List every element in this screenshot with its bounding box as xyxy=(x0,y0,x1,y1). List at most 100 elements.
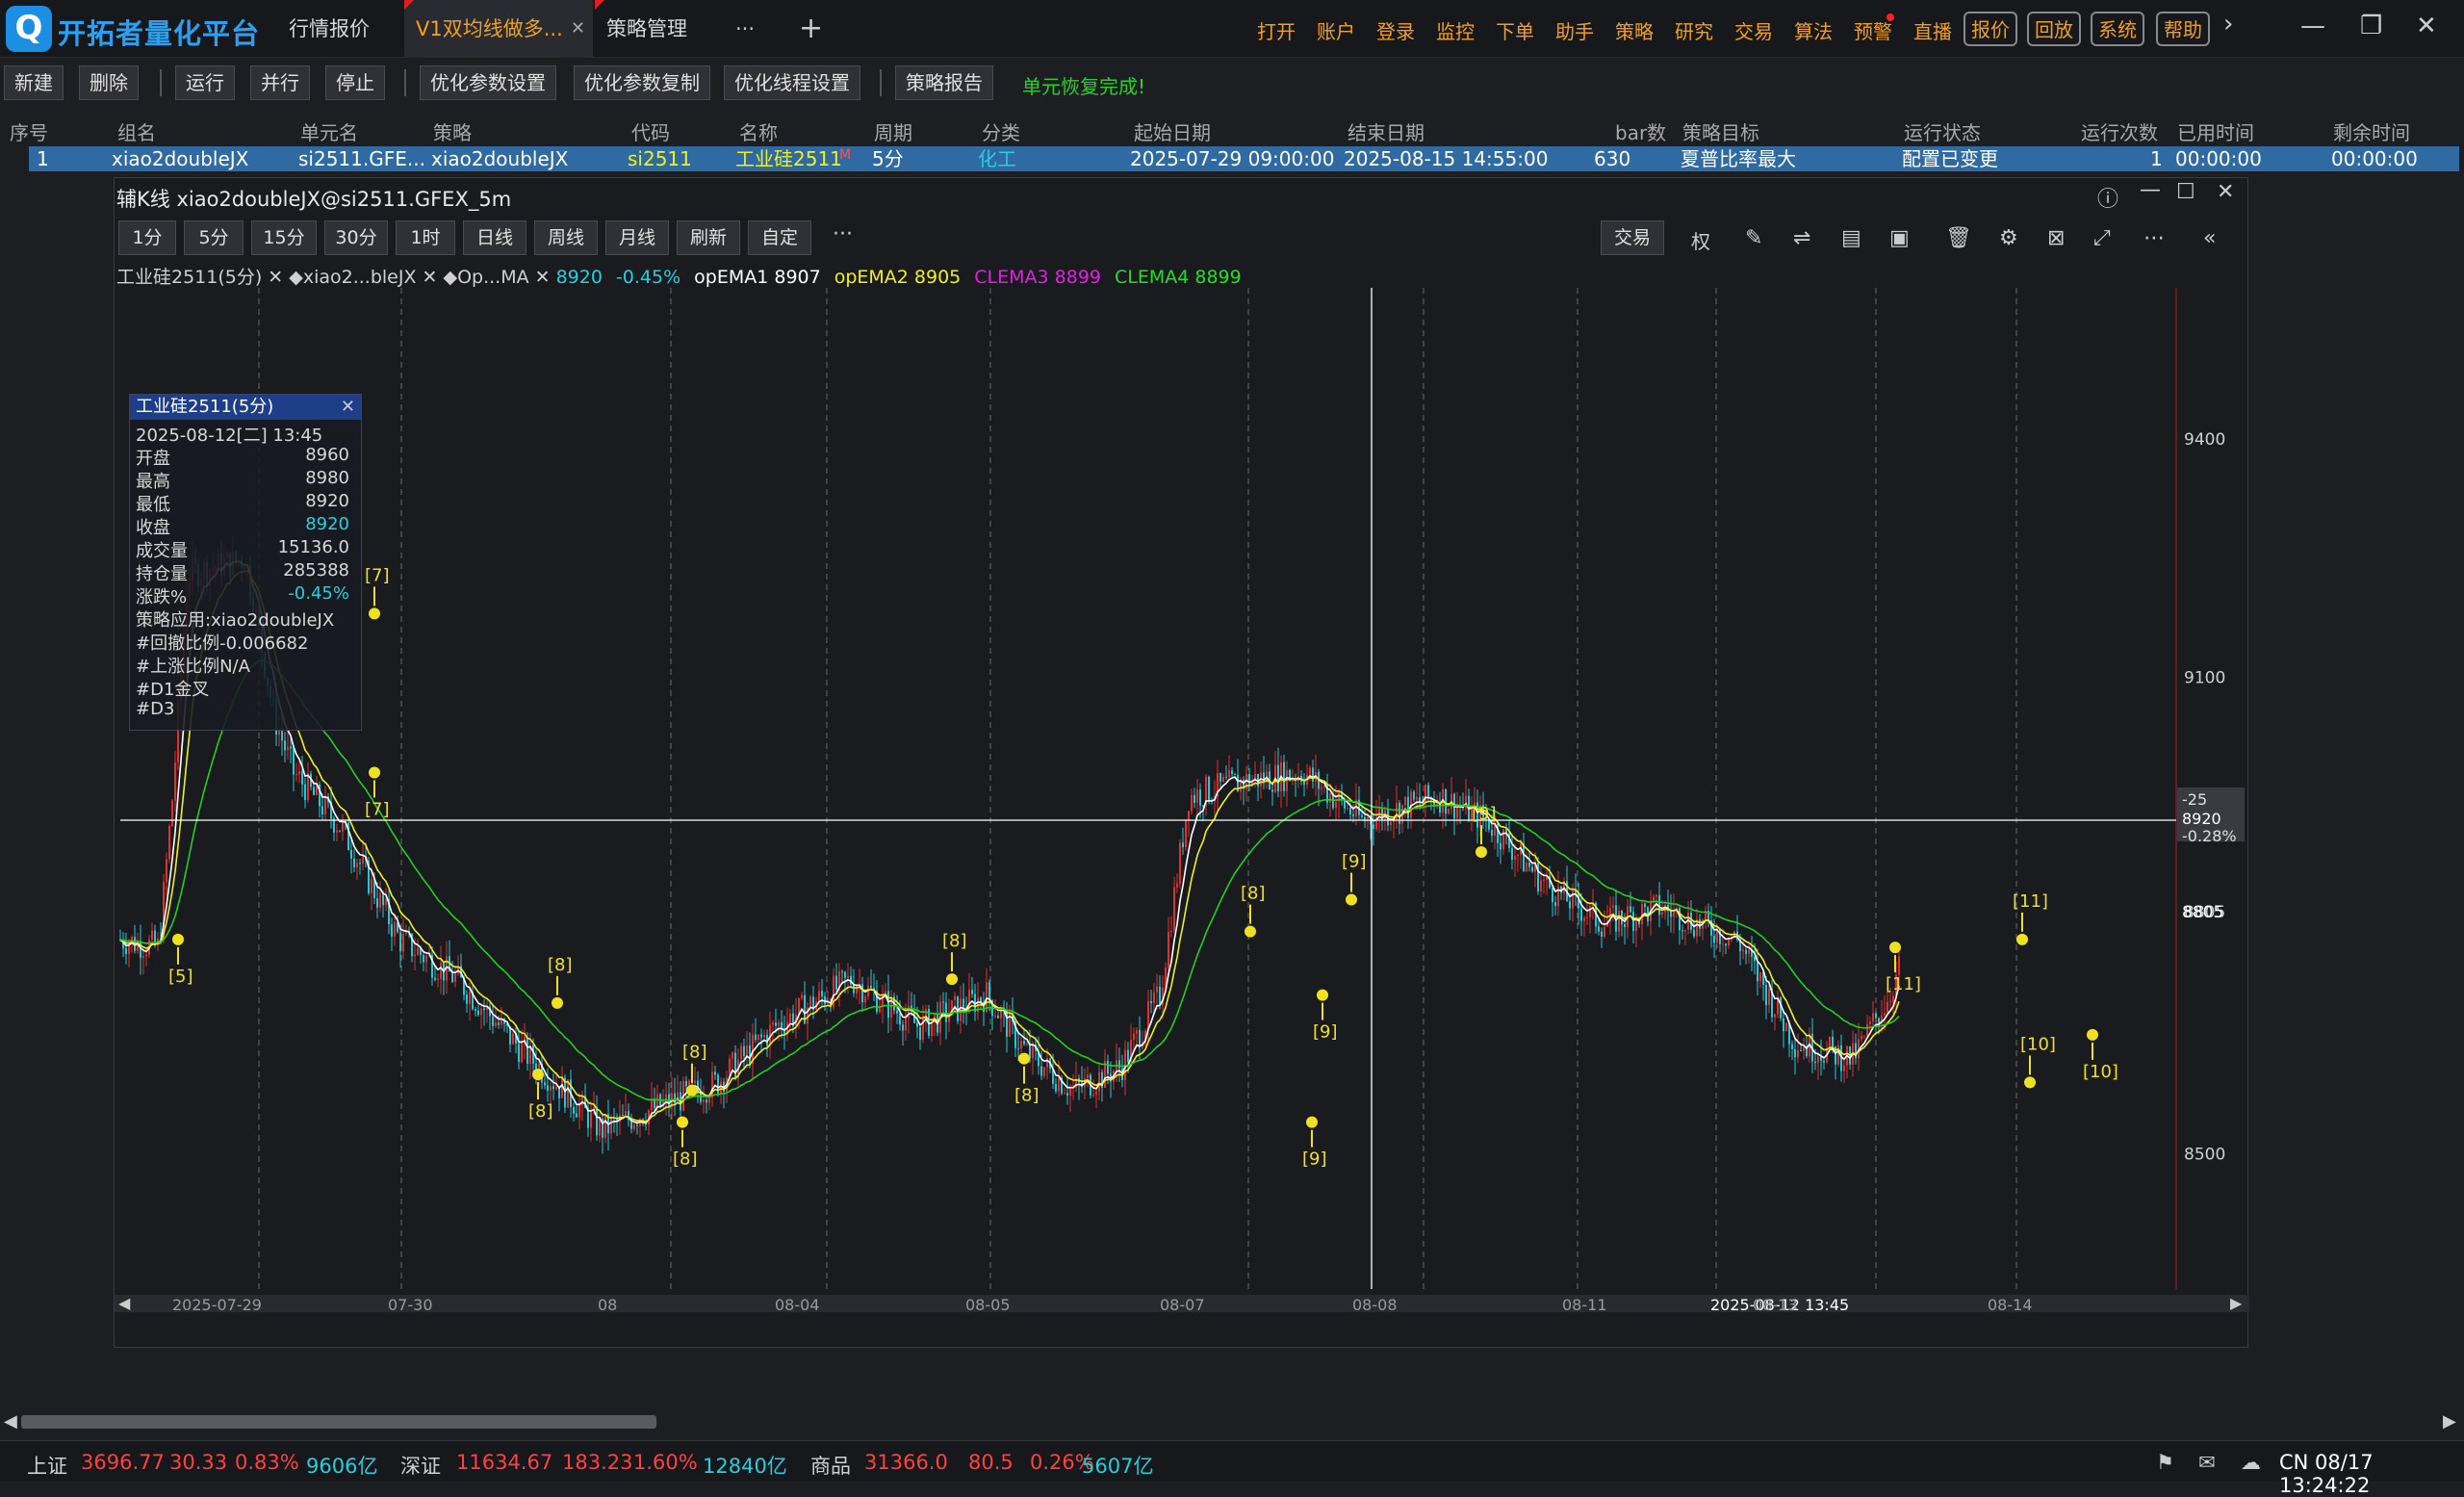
more-icon[interactable]: ··· xyxy=(833,222,853,246)
menu-item[interactable]: 直播 xyxy=(1913,16,1952,44)
tab-strategy-manage[interactable]: 策略管理 xyxy=(595,0,720,58)
close-icon[interactable]: ✕ xyxy=(2416,12,2437,40)
menu-item[interactable]: 研究 xyxy=(1675,16,1713,44)
legend-item[interactable]: ◆xiao2...bleJX ✕ xyxy=(289,267,437,288)
message-icon[interactable]: ✉ xyxy=(2198,1451,2216,1474)
info-close-icon[interactable]: ✕ xyxy=(341,397,355,417)
index-value: 31366.0 xyxy=(864,1451,948,1474)
optimize-params-button[interactable]: 优化参数设置 xyxy=(420,65,556,100)
col-remaining[interactable]: 剩余时间 xyxy=(2333,117,2410,145)
menu-item[interactable]: 账户 xyxy=(1317,16,1355,44)
strategy-report-button[interactable]: 策略报告 xyxy=(895,65,993,100)
candle-body xyxy=(1886,1002,1888,1013)
candle-body xyxy=(1491,829,1493,837)
tab-add-icon[interactable]: + xyxy=(787,0,834,58)
col-period[interactable]: 周期 xyxy=(874,117,912,145)
scroll-left-icon[interactable]: ◀ xyxy=(4,1411,17,1432)
custom-period-button[interactable]: 自定 xyxy=(748,220,811,255)
run-button[interactable]: 运行 xyxy=(175,65,235,100)
candle-body xyxy=(853,984,855,994)
rights-adjust-icon[interactable]: 权 xyxy=(1691,226,1710,254)
col-code[interactable]: 代码 xyxy=(631,117,670,145)
menu-item[interactable]: 预警 xyxy=(1854,16,1892,44)
col-target[interactable]: 策略目标 xyxy=(1682,117,1759,145)
help-icon[interactable]: ⓘ xyxy=(2097,182,2118,213)
col-index[interactable]: 序号 xyxy=(10,117,48,145)
fullscreen-icon[interactable]: ⤢ xyxy=(2093,226,2111,250)
col-state[interactable]: 运行状态 xyxy=(1904,117,1981,145)
tab-quotes[interactable]: 行情报价 xyxy=(277,0,402,58)
nav-right-icon[interactable]: › xyxy=(2223,10,2233,39)
more-icon[interactable]: ⋯ xyxy=(2143,226,2165,250)
candle-body xyxy=(1832,1036,1834,1047)
app-name: 开拓者量化平台 xyxy=(58,17,261,50)
menu-box-button[interactable]: 系统 xyxy=(2091,12,2144,46)
refresh-button[interactable]: 刷新 xyxy=(677,220,740,255)
cloud-icon[interactable]: ☁ xyxy=(2241,1451,2261,1474)
kline-chart[interactable]: 9400 9100 8805 8500 -25 8920 -0.28% 8805 [5] [7][… xyxy=(115,288,2249,1328)
new-button[interactable]: 新建 xyxy=(4,65,64,100)
horizontal-scrollbar[interactable]: ◀ ▶ xyxy=(0,1407,2464,1436)
period-week-button[interactable]: 周线 xyxy=(534,220,598,255)
menu-item[interactable]: 算法 xyxy=(1794,16,1833,44)
menu-item[interactable]: 打开 xyxy=(1257,16,1296,44)
col-runs[interactable]: 运行次数 xyxy=(2081,117,2158,145)
candle-body xyxy=(1803,1046,1805,1052)
col-name[interactable]: 名称 xyxy=(739,117,778,145)
period-1h-button[interactable]: 1时 xyxy=(396,220,455,255)
menu-item[interactable]: 交易 xyxy=(1734,16,1773,44)
tab-more-icon[interactable]: ··· xyxy=(724,0,766,58)
kline-svg[interactable]: 9400910088058500-258920-0.28%8805[5][7][… xyxy=(115,288,2249,1328)
period-1m-button[interactable]: 1分 xyxy=(118,220,176,255)
layout-icon[interactable]: ▣ xyxy=(1889,226,1910,250)
menu-item[interactable]: 登录 xyxy=(1376,16,1415,44)
scroll-right-icon[interactable]: ▶ xyxy=(2443,1411,2456,1432)
close-icon[interactable]: ✕ xyxy=(2217,180,2234,204)
legend-item[interactable]: ◆Op...MA ✕ xyxy=(443,267,550,288)
col-unit[interactable]: 单元名 xyxy=(300,117,358,145)
screenshot-icon[interactable]: ⊠ xyxy=(2047,226,2065,250)
delete-icon[interactable]: 🗑 xyxy=(1945,226,1972,250)
period-month-button[interactable]: 月线 xyxy=(605,220,669,255)
parallel-button[interactable]: 并行 xyxy=(250,65,310,100)
tab-close-icon[interactable]: ✕ xyxy=(571,0,585,58)
table-row[interactable]: 1 xiao2doubleJX si2511.GFE... xiao2doubl… xyxy=(29,146,2459,171)
cell-period: 5分 xyxy=(872,147,904,170)
scroll-thumb[interactable] xyxy=(21,1415,656,1429)
collapse-icon[interactable]: « xyxy=(2203,226,2216,250)
maximize-icon[interactable]: ☐ xyxy=(2176,180,2195,204)
col-end[interactable]: 结束日期 xyxy=(1348,117,1424,145)
col-bars[interactable]: bar数 xyxy=(1615,117,1666,145)
settings-icon[interactable]: ⚙ xyxy=(1999,226,2018,250)
col-group[interactable]: 组名 xyxy=(117,117,156,145)
tab-strategy-chart[interactable]: V1双均线做多... ✕ xyxy=(404,0,593,58)
bookmark-icon[interactable]: ⚑ xyxy=(2156,1451,2174,1474)
period-day-button[interactable]: 日线 xyxy=(463,220,526,255)
menu-item[interactable]: 策略 xyxy=(1615,16,1654,44)
col-start[interactable]: 起始日期 xyxy=(1134,117,1211,145)
menu-item[interactable]: 下单 xyxy=(1496,16,1534,44)
col-category[interactable]: 分类 xyxy=(982,117,1020,145)
period-5m-button[interactable]: 5分 xyxy=(184,220,244,255)
trade-button[interactable]: 交易 xyxy=(1601,220,1664,255)
delete-button[interactable]: 删除 xyxy=(79,65,139,100)
menu-item[interactable]: 监控 xyxy=(1436,16,1475,44)
menu-box-button[interactable]: 报价 xyxy=(1964,12,2017,46)
indicator-icon[interactable]: ⇌ xyxy=(1793,226,1810,250)
template-icon[interactable]: ▤ xyxy=(1841,226,1861,250)
legend-item[interactable]: 工业硅2511(5分) ✕ xyxy=(116,267,283,288)
col-strategy[interactable]: 策略 xyxy=(433,117,472,145)
period-15m-button[interactable]: 15分 xyxy=(251,220,317,255)
draw-pen-icon[interactable]: ✎ xyxy=(1745,226,1762,250)
minimize-icon[interactable]: — xyxy=(2300,12,2325,40)
copy-params-button[interactable]: 优化参数复制 xyxy=(574,65,710,100)
thread-settings-button[interactable]: 优化线程设置 xyxy=(724,65,860,100)
maximize-icon[interactable]: ❐ xyxy=(2360,12,2382,40)
minimize-icon[interactable]: — xyxy=(2140,178,2161,202)
menu-box-button[interactable]: 帮助 xyxy=(2156,12,2210,46)
stop-button[interactable]: 停止 xyxy=(325,65,385,100)
period-30m-button[interactable]: 30分 xyxy=(324,220,388,255)
col-used[interactable]: 已用时间 xyxy=(2177,117,2254,145)
menu-box-button[interactable]: 回放 xyxy=(2027,12,2081,46)
menu-item[interactable]: 助手 xyxy=(1555,16,1594,44)
